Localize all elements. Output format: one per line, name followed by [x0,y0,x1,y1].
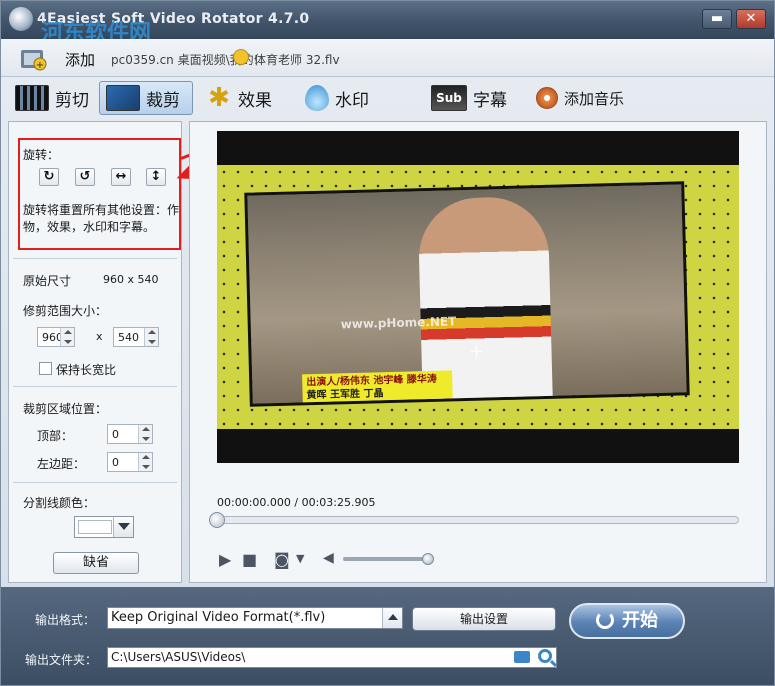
output-format-label: 输出格式： [35,613,96,627]
video-preview[interactable]: www.pHome.NET 出演人/杨伟东 池宇峰 滕华涛 黄晖 王军胜 丁晶 … [217,131,739,463]
color-swatch [78,520,112,534]
left-margin-value: 0 [112,456,119,469]
camera-icon[interactable]: ◙ [274,550,290,569]
rotate-cw-button[interactable]: ↻ [39,168,59,186]
left-margin-input[interactable]: 0 [107,452,153,472]
star-icon: ✱ [208,83,230,113]
divider [13,258,177,259]
drop-icon [305,85,329,111]
output-folder-value: C:\Users\ASUS\Videos\ [111,650,246,664]
refresh-icon [596,611,614,629]
tab-trim[interactable]: 剪切 [15,81,97,115]
seek-bar[interactable] [217,516,739,524]
divider [13,482,177,483]
svg-text:+: + [36,60,44,71]
start-button[interactable]: 开始 [569,603,685,639]
tab-watermark[interactable]: 水印 [305,81,389,115]
top-offset-input[interactable]: 0 [107,424,153,444]
tab-subtitle-label: 字幕 [473,90,507,111]
output-settings-button[interactable]: 输出设置 [412,607,556,631]
stop-icon[interactable]: ■ [242,550,257,569]
tab-crop-label: 裁剪 [146,90,180,111]
rotate-ccw-button[interactable]: ↺ [75,168,95,186]
play-icon[interactable]: ▶ [219,550,231,569]
flip-horizontal-button[interactable]: ↔ [111,168,131,186]
chevron-down-icon[interactable] [113,517,133,537]
crop-x-separator: x [96,330,103,343]
top-label: 顶部： [37,429,74,443]
smile-icon [233,49,249,65]
crop-height-input[interactable]: 540 [113,327,159,347]
subtitle-icon: Sub [431,85,467,111]
add-file-icon[interactable]: + [19,44,47,72]
file-name: 体育老师 32.flv [254,53,340,67]
rotate-note: 旋转将重置所有其他设置：作物，效果，水印和字幕。 [23,203,180,234]
keep-ratio-label: 保持长宽比 [56,363,117,377]
output-format-select[interactable]: Keep Original Video Format(*.flv) [107,607,403,629]
file-row: + 添加 pc0359.cn 桌面视频\我的! 体育老师 32.flv [1,39,774,77]
video-frame: www.pHome.NET 出演人/杨伟东 池宇峰 滕华涛 黄晖 王军胜 丁晶 … [217,165,739,429]
settings-panel: 旋转： ↻ ↺ ↔ ↕ 旋转将重置所有其他设置：作物，效果，水印和字幕。 原始尺… [8,121,182,583]
output-format-value: Keep Original Video Format(*.flv) [111,610,326,625]
video-scene: www.pHome.NET 出演人/杨伟东 池宇峰 滕华涛 黄晖 王军胜 丁晶 [244,181,690,407]
tab-add-music-label: 添加音乐 [564,89,625,108]
app-logo-icon [9,7,33,31]
camera-dropdown-icon[interactable]: ▼ [296,552,304,565]
tab-subtitle[interactable]: Sub 字幕 [431,81,521,115]
start-button-label: 开始 [622,610,658,631]
video-caption: 出演人/杨伟东 池宇峰 滕华涛 黄晖 王军胜 丁晶 [302,370,454,407]
seek-handle[interactable] [209,512,225,528]
crop-size-label: 修剪范围大小： [23,304,108,318]
crop-crosshair-icon[interactable]: + [469,341,484,362]
tab-bar: 剪切 裁剪 ✱ 效果 水印 Sub 字幕 添加音乐 [1,78,774,118]
output-bar: 输出格式： Keep Original Video Format(*.flv) … [1,587,774,685]
top-offset-spinner[interactable] [138,425,152,443]
flip-vertical-button[interactable]: ↕ [146,168,166,186]
rotate-label: 旋转： [23,148,60,162]
screen-icon [106,85,140,111]
preview-panel: www.pHome.NET 出演人/杨伟东 池宇峰 滕华涛 黄晖 王军胜 丁晶 … [189,121,767,583]
add-file-button[interactable]: 添加 [65,49,95,70]
title-bar: 4Easiest Soft Video Rotator 4.7.0 河东软件网 … [1,1,774,46]
crop-height-spinner[interactable] [144,328,158,346]
minimize-button[interactable]: ▬ [702,9,732,29]
caption-line-2: 黄晖 王军胜 丁晶 [306,388,384,402]
keep-ratio-checkbox[interactable] [39,362,52,375]
default-button[interactable]: 缺省 [53,552,139,574]
divider-color-picker[interactable] [74,516,134,538]
crop-position-label: 裁剪区域位置： [23,402,108,416]
volume-handle[interactable] [422,553,434,565]
original-size-label: 原始尺寸 [23,274,72,288]
search-icon[interactable] [538,649,552,663]
left-margin-label: 左边距： [37,457,86,471]
tab-add-music[interactable]: 添加音乐 [536,81,636,115]
left-margin-spinner[interactable] [138,453,152,471]
output-folder-input[interactable]: C:\Users\ASUS\Videos\ [107,647,557,668]
tab-trim-label: 剪切 [55,90,89,111]
divider-color-label: 分割线颜色： [23,496,96,510]
divider [13,386,177,387]
original-size-value: 960 x 540 [103,273,159,286]
crop-height-value: 540 [118,331,139,344]
tab-effect[interactable]: ✱ 效果 [206,81,286,115]
crop-width-input[interactable]: 960 [37,327,75,347]
close-button[interactable]: ✕ [736,9,766,29]
crop-width-spinner[interactable] [60,328,74,346]
volume-slider[interactable] [343,557,429,561]
tab-watermark-label: 水印 [335,90,369,111]
output-folder-label: 输出文件夹： [25,653,98,667]
timecode: 00:00:00.000 / 00:03:25.905 [217,496,376,509]
volume-icon[interactable]: ◀ [323,550,334,566]
tab-crop[interactable]: 裁剪 [99,81,193,115]
chevron-up-icon[interactable] [382,608,402,628]
top-offset-value: 0 [112,428,119,441]
film-icon [15,85,49,111]
app-window: 4Easiest Soft Video Rotator 4.7.0 河东软件网 … [0,0,775,686]
music-icon [536,87,558,109]
folder-icon[interactable] [514,651,530,663]
tab-effect-label: 效果 [238,90,272,111]
